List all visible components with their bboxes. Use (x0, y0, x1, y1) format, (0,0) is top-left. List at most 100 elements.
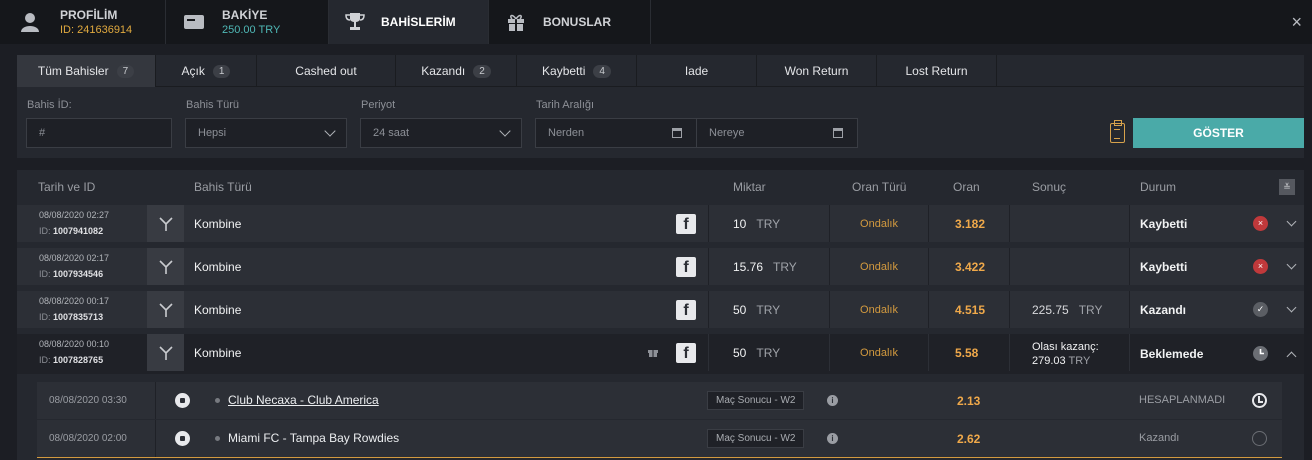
close-icon[interactable]: × (1291, 12, 1302, 33)
expand-button[interactable] (1279, 248, 1304, 285)
bet-type-label: Bahis Türü (186, 99, 239, 111)
bet-id-value: 1007941082 (53, 226, 104, 236)
info-icon[interactable]: i (827, 433, 838, 444)
selection-odds: 2.62 (957, 432, 981, 446)
bet-amount: 50 TRY (733, 334, 780, 371)
odds-value: 3.422 (955, 259, 986, 274)
tab-cashed-out-label: Cashed out (295, 64, 357, 78)
tab-lost[interactable]: Kaybetti 4 (517, 55, 637, 87)
amount-value: 50 (733, 345, 747, 360)
facebook-share-icon[interactable]: f (676, 343, 696, 363)
possible-win-label: Olası kazanç: (1032, 341, 1099, 353)
facebook-share-icon[interactable]: f (676, 300, 696, 320)
facebook-share-icon[interactable]: f (676, 214, 696, 234)
selection-odds: 2.13 (957, 394, 981, 408)
profile-id: ID: 241636914 (60, 24, 133, 36)
bet-date: 08/08/2020 00:10 (39, 339, 110, 349)
clipboard-icon[interactable] (1110, 120, 1125, 143)
tab-balance[interactable]: BAKİYE 250.00 TRY (166, 0, 329, 44)
tab-refund[interactable]: Iade (637, 55, 757, 87)
facebook-share-icon[interactable]: f (676, 257, 696, 277)
odds-type: Ondalık (860, 346, 898, 359)
tab-all-bets-label: Tüm Bahisler (37, 64, 109, 78)
amount-value: 15.76 (733, 259, 764, 274)
bet-type-select[interactable]: Hepsi (185, 118, 347, 148)
tab-profile[interactable]: PROFİLİM ID: 241636914 (0, 0, 166, 44)
bet-id-prefix: ID: (39, 312, 54, 322)
period-select[interactable]: 24 saat (360, 118, 522, 148)
bullet-icon (215, 436, 220, 441)
football-icon (175, 393, 190, 408)
amount-value: 10 (733, 216, 747, 231)
show-button[interactable]: GÖSTER (1133, 118, 1304, 148)
bet-row[interactable]: 08/08/2020 02:27 ID: 1007941082 Kombine … (17, 205, 1304, 242)
tab-won[interactable]: Kazandı 2 (396, 55, 517, 87)
bet-id-value: 1007934546 (53, 269, 104, 279)
chevron-down-icon (499, 125, 511, 137)
tab-my-bets[interactable]: BAHİSLERİM (329, 0, 489, 44)
match-link[interactable]: Club Necaxa - Club America (228, 393, 379, 407)
tab-won-return[interactable]: Won Return (757, 55, 877, 87)
football-icon (175, 431, 190, 446)
date-to-placeholder: Nereye (709, 127, 745, 139)
bet-id-input[interactable]: # (26, 118, 172, 148)
selection-row: 08/08/2020 02:00 Miami FC - Tampa Bay Ro… (37, 420, 1282, 457)
bet-type: Kombine (194, 303, 242, 317)
bet-id-label: Bahis İD: (27, 99, 72, 111)
calendar-icon[interactable] (672, 128, 682, 138)
collapse-all-button[interactable]: ≚ (1279, 179, 1295, 195)
tab-lost-return[interactable]: Lost Return (877, 55, 997, 87)
chevron-down-icon (324, 125, 336, 137)
bet-id-value: 1007835713 (53, 312, 104, 322)
tab-refund-label: Iade (684, 64, 709, 78)
date-range-label: Tarih Aralığı (536, 99, 595, 111)
tab-all-bets[interactable]: Tüm Bahisler 7 (17, 55, 156, 87)
tab-my-bets-label: BAHİSLERİM (381, 15, 456, 29)
col-odds: Oran (953, 180, 980, 194)
tab-cashed-out[interactable]: Cashed out (257, 55, 396, 87)
gift-icon (489, 12, 543, 32)
odds-value: 4.515 (955, 302, 986, 317)
selection-row: 08/08/2020 03:30 Club Necaxa - Club Amer… (37, 382, 1282, 419)
tab-won-return-label: Won Return (784, 64, 849, 78)
tab-count: 2 (473, 64, 491, 78)
collapse-button[interactable] (1279, 334, 1304, 374)
selection-date: 08/08/2020 02:00 (49, 433, 127, 444)
bet-date: 08/08/2020 02:17 (39, 253, 110, 263)
col-bet-type: Bahis Türü (194, 180, 252, 194)
odds-type: Ondalık (860, 217, 898, 230)
tab-open[interactable]: Açık 1 (156, 55, 257, 87)
amount-value: 50 (733, 302, 747, 317)
bet-row[interactable]: 08/08/2020 00:17 ID: 1007835713 Kombine … (17, 291, 1304, 328)
user-icon (0, 12, 60, 32)
tab-count: 1 (212, 64, 231, 78)
chevron-up-icon (1286, 351, 1297, 361)
period-label: Periyot (361, 99, 396, 111)
tab-lost-label: Kaybetti (542, 64, 586, 78)
date-to-input[interactable]: Nereye (696, 118, 858, 148)
tab-count: 7 (116, 64, 135, 78)
tab-bonuses[interactable]: BONUSLAR (489, 0, 651, 44)
clock-icon (1252, 393, 1267, 408)
info-icon[interactable]: i (827, 395, 838, 406)
account-top-bar: PROFİLİM ID: 241636914 BAKİYE 250.00 TRY… (0, 0, 1312, 44)
result-currency: TRY (1078, 302, 1103, 317)
expand-button[interactable] (1279, 205, 1304, 242)
chevron-down-icon (1286, 216, 1297, 227)
date-from-input[interactable]: Nerden (535, 118, 697, 148)
col-date-id: Tarih ve ID (38, 180, 96, 194)
bet-id: ID: 1007934546 (39, 269, 103, 279)
amount-currency: TRY (756, 345, 781, 360)
bet-id-value: 1007828765 (53, 355, 104, 365)
gift-icon (647, 346, 659, 361)
bet-amount: 15.76 TRY (733, 248, 797, 285)
bet-history-table: Tarih ve ID Bahis Türü Miktar Oran Türü … (17, 170, 1304, 460)
divider (37, 457, 1282, 458)
chevron-down-icon (1286, 259, 1297, 270)
calendar-icon[interactable] (833, 128, 843, 138)
bet-row-expanded[interactable]: 08/08/2020 00:10 ID: 1007828765 Kombine … (17, 334, 1304, 374)
bet-id: ID: 1007835713 (39, 312, 103, 322)
bet-row[interactable]: 08/08/2020 02:17 ID: 1007934546 Kombine … (17, 248, 1304, 285)
balance-amount: 250.00 TRY (222, 24, 281, 36)
expand-button[interactable] (1279, 291, 1304, 328)
